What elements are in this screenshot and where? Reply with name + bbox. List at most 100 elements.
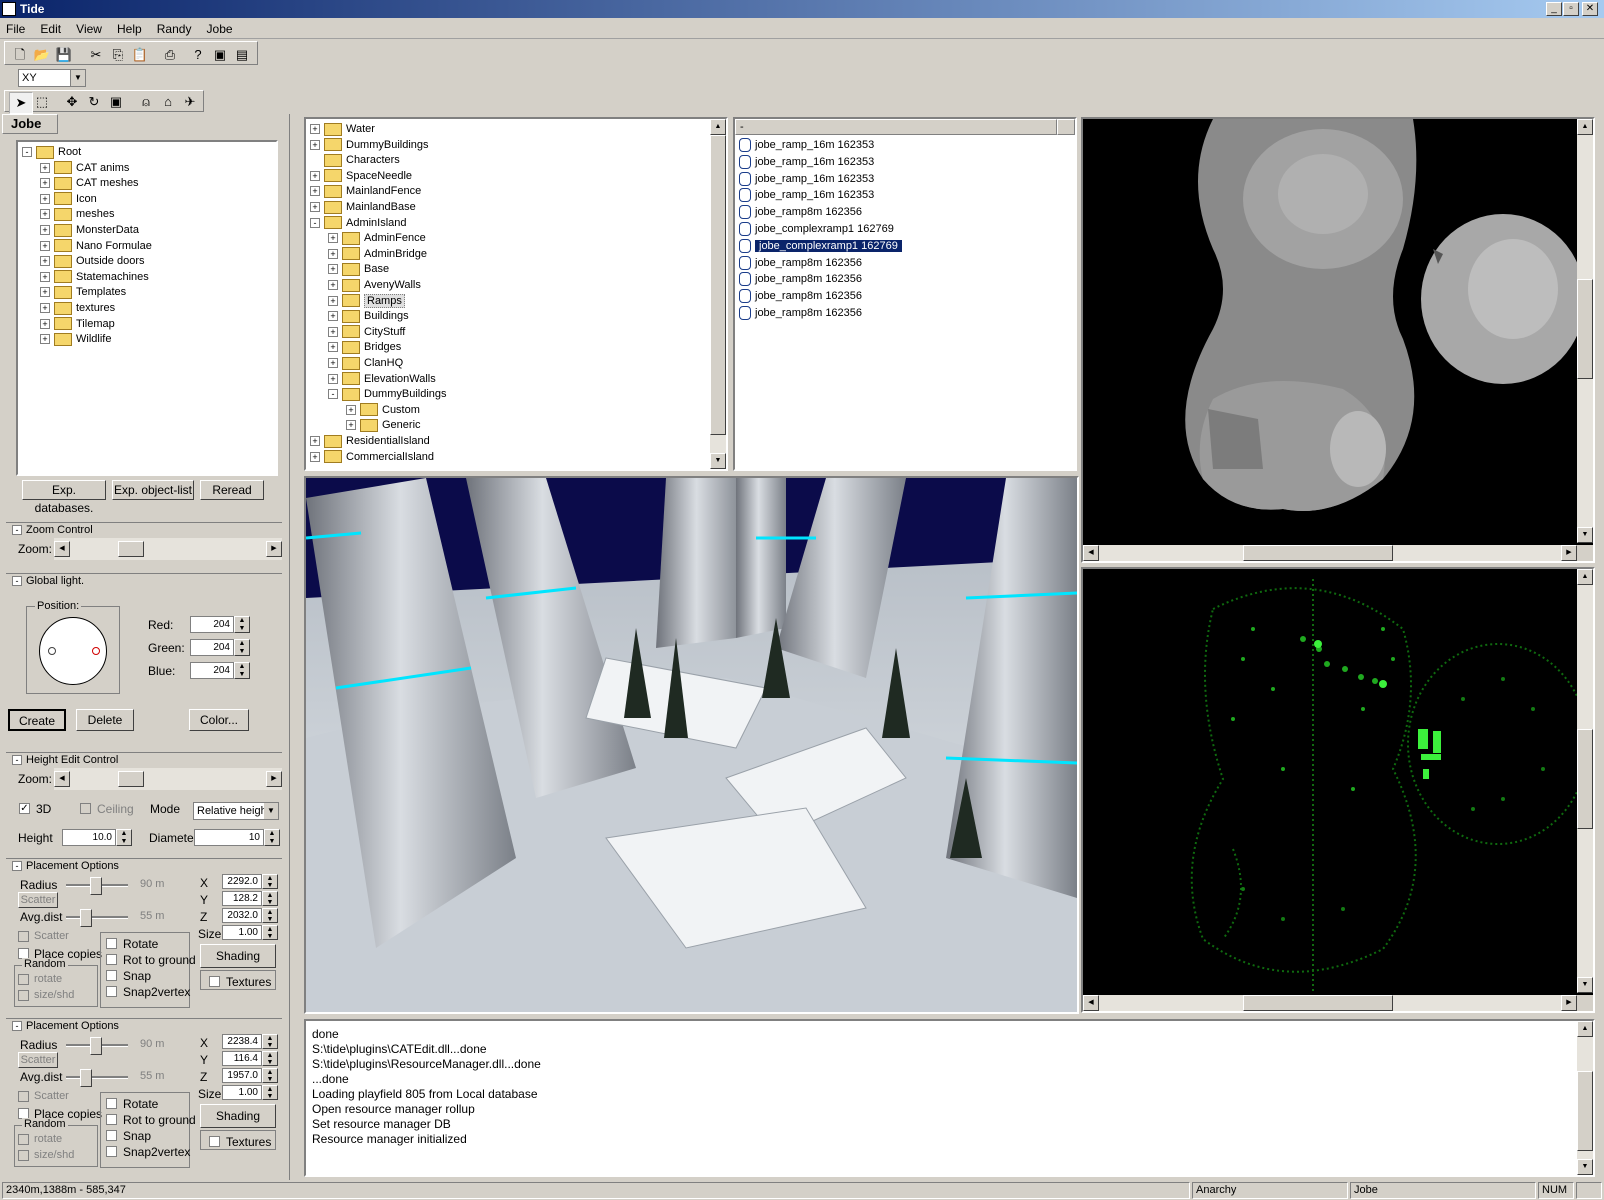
stepper-arrows-icon[interactable]: ▲ ▼ xyxy=(262,874,278,889)
tree-item[interactable]: + textures xyxy=(40,300,115,316)
ceiling-checkbox[interactable] xyxy=(80,803,91,814)
stepper-arrows-icon[interactable]: ▲ ▼ xyxy=(262,908,278,923)
copy-icon[interactable]: ⎘ xyxy=(107,45,129,65)
scroll-left-icon[interactable]: ◀ xyxy=(1083,545,1099,561)
expand-icon[interactable]: + xyxy=(310,124,320,135)
rot-to-ground-checkbox[interactable] xyxy=(106,954,117,965)
expand-icon[interactable]: + xyxy=(310,436,320,447)
expand-icon[interactable]: + xyxy=(310,186,320,197)
y-value[interactable]: 128.2 xyxy=(222,891,262,906)
zoom-thumb[interactable] xyxy=(118,541,144,557)
expand-icon[interactable]: + xyxy=(328,373,338,384)
slider-knob[interactable] xyxy=(90,877,102,895)
view-select[interactable]: XY ▼ xyxy=(18,69,86,87)
expand-icon[interactable]: - xyxy=(22,147,32,158)
stepper-arrows-icon[interactable]: ▲ ▼ xyxy=(234,616,250,633)
tree-item[interactable]: + Tilemap xyxy=(40,316,115,332)
y-stepper[interactable]: 116.4 ▲ ▼ xyxy=(222,1051,280,1068)
stepper-arrows-icon[interactable]: ▲ ▼ xyxy=(262,925,278,940)
expand-icon[interactable]: + xyxy=(328,358,338,369)
fly-icon[interactable]: ✈ xyxy=(179,92,201,112)
scatter-checkbox[interactable] xyxy=(18,1091,29,1102)
expand-icon[interactable]: + xyxy=(40,287,50,298)
object-map-scrollbar-v[interactable]: ▲ ▼ xyxy=(1577,569,1593,993)
open-icon[interactable]: 📂 xyxy=(31,45,53,65)
tree-item[interactable]: + DummyBuildings xyxy=(310,137,429,153)
tree-item[interactable]: + Bridges xyxy=(328,339,401,355)
global-light-header[interactable]: - Global light. xyxy=(6,573,282,588)
tree-item[interactable]: - AdminIsland xyxy=(310,215,407,231)
tree-item[interactable]: + MainlandBase xyxy=(310,199,416,215)
textures-checkbox[interactable] xyxy=(209,976,220,987)
z-stepper[interactable]: 1957.0 ▲ ▼ xyxy=(222,1068,280,1085)
radius-slider[interactable] xyxy=(66,875,128,895)
expand-icon[interactable]: + xyxy=(40,178,50,189)
menu-file[interactable]: File xyxy=(0,19,31,36)
height-zoom-thumb[interactable] xyxy=(118,771,144,787)
file-list-item[interactable]: jobe_ramp8m 162356 xyxy=(739,288,862,304)
maximize-button[interactable]: ▫ xyxy=(1563,2,1579,16)
tree-item[interactable]: + ClanHQ xyxy=(328,355,403,371)
tree-item[interactable]: + Water xyxy=(310,121,375,137)
paste-icon[interactable]: 📋 xyxy=(129,45,151,65)
expand-icon[interactable]: + xyxy=(328,326,338,337)
log-thumb[interactable] xyxy=(1577,1071,1593,1151)
menu-view[interactable]: View xyxy=(70,19,108,36)
tree-item[interactable]: + ElevationWalls xyxy=(328,371,436,387)
expand-icon[interactable]: + xyxy=(328,248,338,259)
tree-item[interactable]: + MonsterData xyxy=(40,222,139,238)
help-icon[interactable]: ? xyxy=(187,45,209,65)
snap2vertex-checkbox[interactable] xyxy=(106,1146,117,1157)
delete-button[interactable]: Delete xyxy=(76,709,134,731)
chevron-down-icon[interactable]: ▼ xyxy=(70,70,85,86)
close-button[interactable]: ✕ xyxy=(1582,2,1598,16)
expand-icon[interactable]: + xyxy=(310,451,320,462)
tree-item[interactable]: + Wildlife xyxy=(40,331,111,347)
x-value[interactable]: 2238.4 xyxy=(222,1034,262,1049)
tree-item[interactable]: + Outside doors xyxy=(40,253,144,269)
placement-options-header[interactable]: - Placement Options xyxy=(6,858,282,873)
scroll-right-icon[interactable]: ▶ xyxy=(266,541,282,557)
tree-item[interactable]: + Custom xyxy=(346,402,420,418)
tree-item[interactable]: + Buildings xyxy=(328,308,409,324)
file-list-item[interactable]: jobe_ramp8m 162356 xyxy=(739,204,862,220)
resource-tree-scrollbar[interactable]: ▲ ▼ xyxy=(710,119,726,469)
tree-item[interactable]: + Icon xyxy=(40,191,97,207)
scroll-down-icon[interactable]: ▼ xyxy=(710,453,726,469)
height-map-viewport[interactable]: ▲ ▼ ◀ ▶ xyxy=(1081,117,1595,563)
panel-tab-jobe[interactable]: Jobe xyxy=(2,114,58,134)
move-icon[interactable]: ✥ xyxy=(61,92,83,112)
y-value[interactable]: 116.4 xyxy=(222,1051,262,1066)
resource-tree-thumb[interactable] xyxy=(710,135,726,435)
tree-item[interactable]: + SpaceNeedle xyxy=(310,168,412,184)
x-value[interactable]: 2292.0 xyxy=(222,874,262,889)
scroll-up-icon[interactable]: ▲ xyxy=(1577,1021,1593,1037)
x-stepper[interactable]: 2292.0 ▲ ▼ xyxy=(222,874,280,891)
expand-icon[interactable]: + xyxy=(40,193,50,204)
expand-icon[interactable]: + xyxy=(328,264,338,275)
scroll-down-icon[interactable]: ▼ xyxy=(1577,527,1593,543)
file-list-item[interactable]: jobe_complexramp1 162769 xyxy=(739,221,894,237)
stepper-arrows-icon[interactable]: ▲ ▼ xyxy=(234,662,250,679)
shading-button[interactable]: Shading xyxy=(200,1104,276,1128)
cut-icon[interactable]: ✂ xyxy=(85,45,107,65)
slider-knob[interactable] xyxy=(90,1037,102,1055)
placement-options-header[interactable]: - Placement Options xyxy=(6,1018,282,1033)
file-list-item[interactable]: jobe_ramp_16m 162353 xyxy=(739,137,874,153)
object-map-thumb-v[interactable] xyxy=(1577,729,1593,829)
stepper-arrows-icon[interactable]: ▲ ▼ xyxy=(262,1051,278,1066)
expand-icon[interactable]: + xyxy=(40,225,50,236)
blue-stepper[interactable]: 204 ▲ ▼ xyxy=(190,662,252,679)
tree-item[interactable]: + CommercialIsland xyxy=(310,449,434,465)
height-value[interactable]: 10.0 xyxy=(62,829,116,846)
menu-randy[interactable]: Randy xyxy=(151,19,198,36)
scroll-down-icon[interactable]: ▼ xyxy=(1577,977,1593,993)
create-button[interactable]: Create xyxy=(8,709,66,731)
green-stepper[interactable]: 204 ▲ ▼ xyxy=(190,639,252,656)
radius-slider[interactable] xyxy=(66,1035,128,1055)
avg-dist-slider[interactable] xyxy=(66,1067,128,1087)
walk-icon[interactable]: ⌂ xyxy=(157,92,179,112)
textures-checkbox[interactable] xyxy=(209,1136,220,1147)
zoom-control-header[interactable]: - Zoom Control xyxy=(6,522,282,537)
scroll-right-icon[interactable]: ▶ xyxy=(1561,995,1577,1011)
